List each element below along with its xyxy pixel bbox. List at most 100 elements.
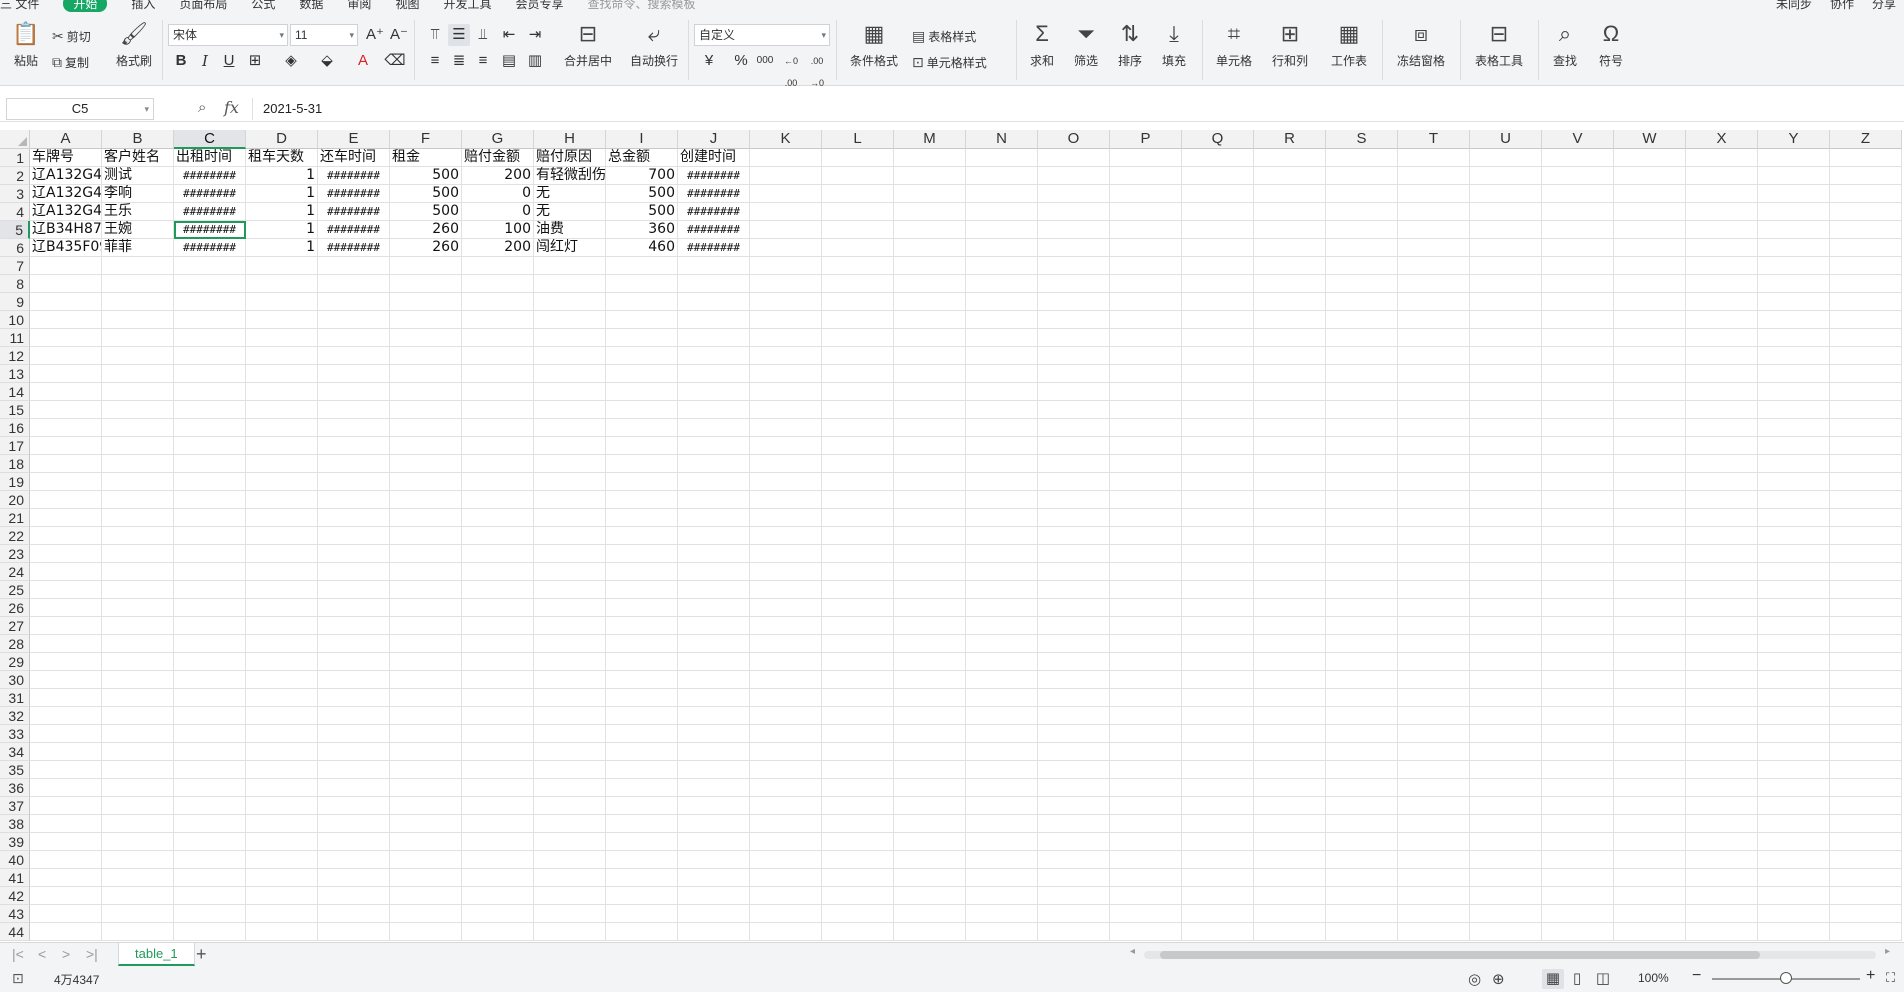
cell-n42[interactable] [966,887,1038,905]
cell-p21[interactable] [1110,509,1182,527]
cell-f6[interactable]: 260 [390,239,462,257]
cell-b38[interactable] [102,815,174,833]
cell-v43[interactable] [1542,905,1614,923]
cell-d5[interactable]: 1 [246,221,318,239]
cell-i27[interactable] [606,617,678,635]
cell-c11[interactable] [174,329,246,347]
cell-i35[interactable] [606,761,678,779]
row-header-27[interactable]: 27 [0,617,30,635]
cell-a1[interactable]: 车牌号 [30,149,102,167]
cell-l39[interactable] [822,833,894,851]
cell-l29[interactable] [822,653,894,671]
cell-z39[interactable] [1830,833,1902,851]
cell-w11[interactable] [1614,329,1686,347]
cell-f9[interactable] [390,293,462,311]
cell-e27[interactable] [318,617,390,635]
cell-d22[interactable] [246,527,318,545]
cell-e38[interactable] [318,815,390,833]
cell-t2[interactable] [1398,167,1470,185]
cell-m4[interactable] [894,203,966,221]
sheet-tab-table-1[interactable]: table_1 [118,943,195,966]
cell-o29[interactable] [1038,653,1110,671]
cell-r10[interactable] [1254,311,1326,329]
cell-o41[interactable] [1038,869,1110,887]
cell-k16[interactable] [750,419,822,437]
cell-t26[interactable] [1398,599,1470,617]
cell-y32[interactable] [1758,707,1830,725]
cell-n21[interactable] [966,509,1038,527]
cell-b30[interactable] [102,671,174,689]
cell-r35[interactable] [1254,761,1326,779]
cell-z36[interactable] [1830,779,1902,797]
first-sheet-icon[interactable]: |< [12,946,24,962]
cell-p31[interactable] [1110,689,1182,707]
align-top-icon[interactable]: ⫪ [424,24,446,46]
cell-e12[interactable] [318,347,390,365]
cell-c36[interactable] [174,779,246,797]
cell-v11[interactable] [1542,329,1614,347]
cell-l23[interactable] [822,545,894,563]
page-layout-view-icon[interactable]: ▯ [1566,969,1588,989]
cell-l41[interactable] [822,869,894,887]
row-header-39[interactable]: 39 [0,833,30,851]
cell-q35[interactable] [1182,761,1254,779]
cell-v44[interactable] [1542,923,1614,941]
cell-l7[interactable] [822,257,894,275]
cell-l1[interactable] [822,149,894,167]
cell-l6[interactable] [822,239,894,257]
cell-p6[interactable] [1110,239,1182,257]
cell-m15[interactable] [894,401,966,419]
cell-g29[interactable] [462,653,534,671]
cell-w13[interactable] [1614,365,1686,383]
cell-o1[interactable] [1038,149,1110,167]
cell-a32[interactable] [30,707,102,725]
cell-a34[interactable] [30,743,102,761]
cell-s26[interactable] [1326,599,1398,617]
cell-t36[interactable] [1398,779,1470,797]
cell-q13[interactable] [1182,365,1254,383]
cell-j25[interactable] [678,581,750,599]
underline-icon[interactable]: U [218,50,240,72]
cell-o17[interactable] [1038,437,1110,455]
cell-f8[interactable] [390,275,462,293]
cell-u35[interactable] [1470,761,1542,779]
cell-f23[interactable] [390,545,462,563]
cell-a26[interactable] [30,599,102,617]
cell-o40[interactable] [1038,851,1110,869]
cell-c24[interactable] [174,563,246,581]
cell-e2[interactable]: ######## [318,167,390,185]
cell-y5[interactable] [1758,221,1830,239]
cell-j6[interactable]: ######## [678,239,750,257]
cell-e28[interactable] [318,635,390,653]
cell-l28[interactable] [822,635,894,653]
cell-j17[interactable] [678,437,750,455]
find-button[interactable]: ⌕ 查找 [1548,22,1582,69]
cell-d1[interactable]: 租车天数 [246,149,318,167]
cell-r11[interactable] [1254,329,1326,347]
cell-s28[interactable] [1326,635,1398,653]
cell-z20[interactable] [1830,491,1902,509]
cell-u9[interactable] [1470,293,1542,311]
cell-e22[interactable] [318,527,390,545]
cell-p18[interactable] [1110,455,1182,473]
cell-m44[interactable] [894,923,966,941]
cell-r7[interactable] [1254,257,1326,275]
cell-w22[interactable] [1614,527,1686,545]
cell-j16[interactable] [678,419,750,437]
scroll-right-icon[interactable]: ▸ [1885,946,1890,957]
cell-j10[interactable] [678,311,750,329]
conditional-format-button[interactable]: ▦ 条件格式 [846,22,902,69]
cell-g31[interactable] [462,689,534,707]
chevron-down-icon[interactable]: ▾ [144,99,149,119]
row-header-31[interactable]: 31 [0,689,30,707]
cell-p36[interactable] [1110,779,1182,797]
cell-d19[interactable] [246,473,318,491]
cell-a25[interactable] [30,581,102,599]
cell-p35[interactable] [1110,761,1182,779]
cell-p8[interactable] [1110,275,1182,293]
cell-k40[interactable] [750,851,822,869]
cell-m40[interactable] [894,851,966,869]
cell-j30[interactable] [678,671,750,689]
cell-h1[interactable]: 赔付原因 [534,149,606,167]
cell-h6[interactable]: 闯红灯 [534,239,606,257]
